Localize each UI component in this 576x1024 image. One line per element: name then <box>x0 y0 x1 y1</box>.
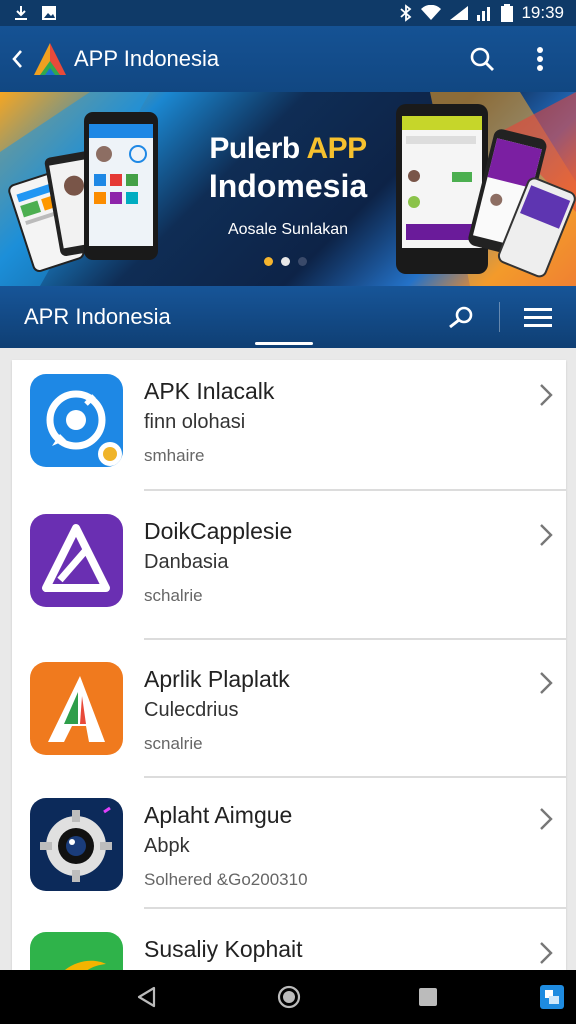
divider <box>499 302 500 332</box>
status-bar: 19:39 <box>0 0 576 26</box>
chat-app-icon <box>30 374 123 467</box>
pagination-dot-1[interactable] <box>264 257 273 266</box>
item-title: Aplaht Aimgue <box>144 802 293 828</box>
item-title: DoikCapplesie <box>144 518 293 544</box>
section-search-button[interactable] <box>445 301 477 333</box>
banner-pagination <box>264 257 307 266</box>
a-letter-app-icon <box>30 662 123 755</box>
delta-app-icon <box>30 514 123 607</box>
green-app-icon <box>30 932 123 970</box>
item-subtitle: Danbasia <box>144 551 229 573</box>
tab-indicator <box>255 342 313 345</box>
chevron-right-icon[interactable] <box>538 940 554 966</box>
battery-icon <box>501 4 514 22</box>
chevron-left-icon <box>12 50 22 68</box>
chevron-right-icon[interactable] <box>538 806 554 832</box>
keyboard-switch-button[interactable] <box>538 983 566 1011</box>
list-item[interactable]: APK Inlacalk finn olohasi smhaire <box>12 360 566 500</box>
recents-square-icon <box>419 988 437 1006</box>
app-logo-icon <box>32 41 68 77</box>
system-nav-bar <box>0 970 576 1024</box>
list-item[interactable]: Aprlik Plaplatk Culecdrius scnalrie <box>12 648 566 788</box>
home-circle-icon <box>277 985 301 1009</box>
status-time: 19:39 <box>521 3 564 22</box>
back-button[interactable] <box>2 26 32 92</box>
search-button[interactable] <box>466 43 498 75</box>
list-item[interactable]: Aplaht Aimgue Abpk Solhered &Go200310 <box>12 784 566 924</box>
app-bar: APP Indonesia <box>0 26 576 92</box>
item-subtitle: Culecdrius <box>144 699 239 721</box>
divider <box>144 489 566 491</box>
search-icon <box>449 306 473 329</box>
banner-subtitle: Aosale Sunlakan <box>227 221 349 238</box>
section-header: APR Indonesia <box>0 286 576 348</box>
banner-title-line2: Indomesia <box>208 168 368 204</box>
chevron-right-icon[interactable] <box>538 522 554 548</box>
wifi-icon <box>421 5 442 21</box>
overflow-menu-button[interactable] <box>524 43 556 75</box>
chevron-right-icon[interactable] <box>538 382 554 408</box>
nav-home-button[interactable] <box>275 983 303 1011</box>
pagination-dot-3[interactable] <box>298 257 307 266</box>
banner-title: Pulerb APP <box>209 132 367 165</box>
bluetooth-icon <box>399 4 413 22</box>
divider <box>144 907 566 909</box>
section-title: APR Indonesia <box>24 304 171 329</box>
app-title: APP Indonesia <box>74 46 220 71</box>
download-icon <box>12 4 30 22</box>
item-meta: smhaire <box>144 446 205 465</box>
nav-back-button[interactable] <box>132 983 160 1011</box>
item-title: APK Inlacalk <box>144 378 275 404</box>
camera-gear-app-icon <box>30 798 123 891</box>
banner-text: Pulerb APP Indomesia Aosale Sunlakan <box>160 132 416 239</box>
divider <box>144 776 566 778</box>
item-meta: Solhered &Go200310 <box>144 870 308 889</box>
divider <box>144 638 566 640</box>
item-title: Aprlik Plaplatk <box>144 666 290 692</box>
app-list: APK Inlacalk finn olohasi smhaire DoikCa… <box>12 360 566 970</box>
item-subtitle: Abpk <box>144 835 190 857</box>
list-item[interactable]: DoikCapplesie Danbasia schalrie <box>12 500 566 640</box>
back-triangle-icon <box>137 986 156 1008</box>
signal-icon <box>449 5 469 21</box>
chevron-right-icon[interactable] <box>538 670 554 696</box>
item-meta: schalrie <box>144 586 203 605</box>
hamburger-menu-icon <box>524 308 552 327</box>
nav-recents-button[interactable] <box>414 983 442 1011</box>
signal-bars-icon <box>477 5 493 21</box>
menu-button[interactable] <box>522 301 554 333</box>
item-title: Susaliy Kophait <box>144 936 303 962</box>
image-notification-icon <box>40 4 58 22</box>
search-icon <box>470 47 494 71</box>
more-vert-icon <box>537 47 543 71</box>
item-meta: scnalrie <box>144 734 203 753</box>
app-switch-icon <box>540 985 564 1009</box>
list-item[interactable]: Susaliy Kophait <box>12 918 566 970</box>
pagination-dot-2[interactable] <box>281 257 290 266</box>
item-subtitle: finn olohasi <box>144 411 246 433</box>
